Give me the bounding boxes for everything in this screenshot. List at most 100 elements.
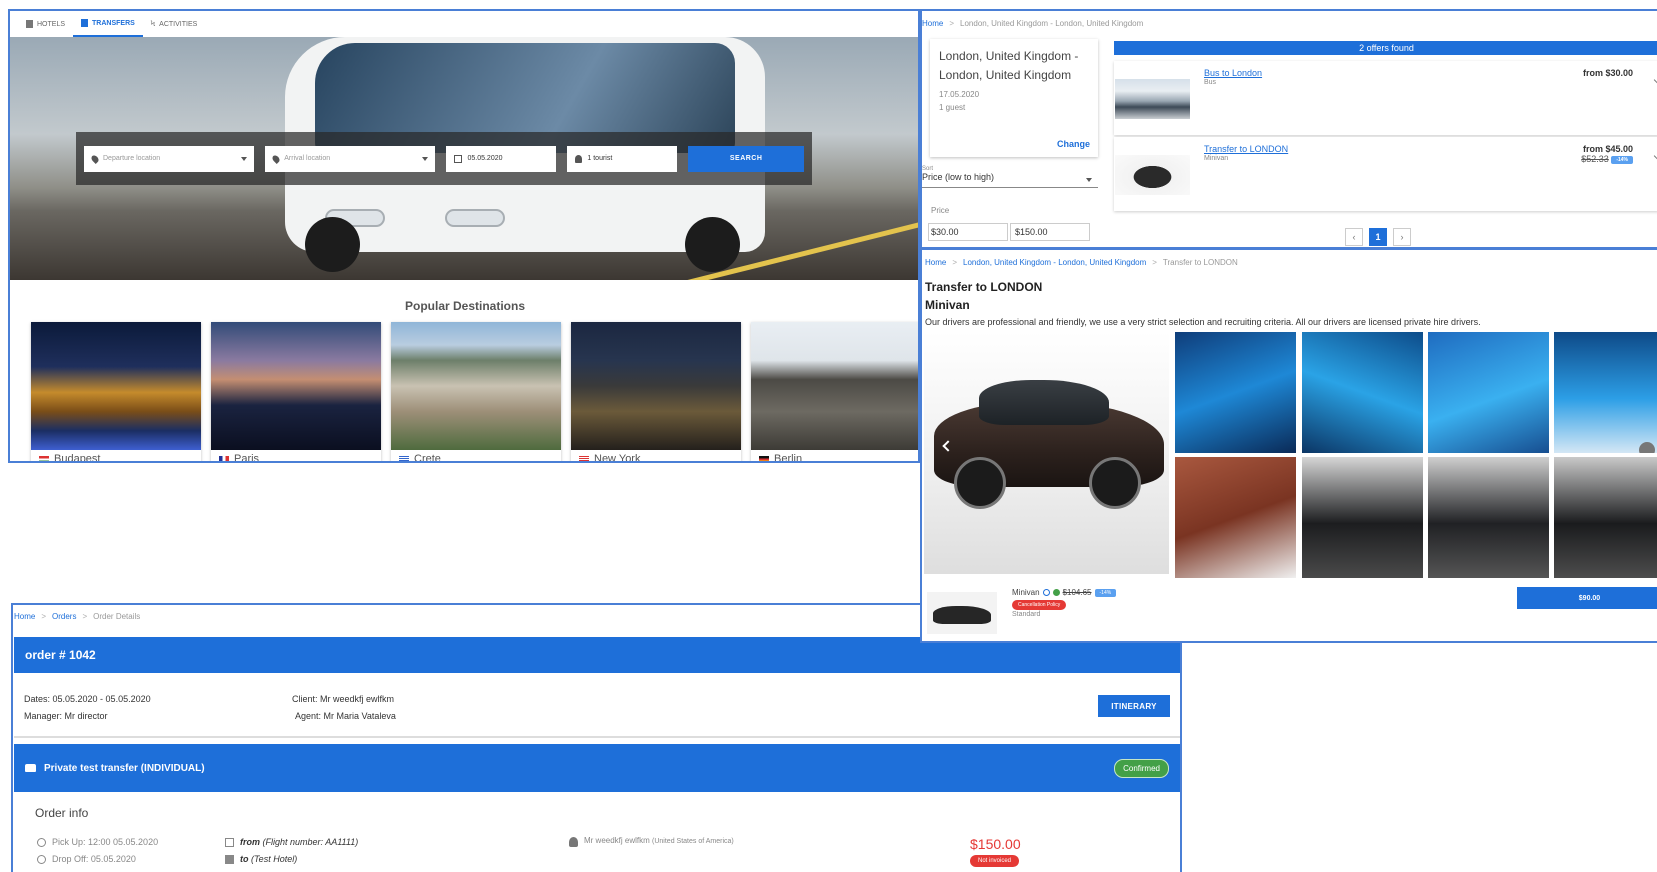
discount-badge: -14% (1611, 155, 1633, 164)
tab-hotels[interactable]: HOTELS (18, 11, 73, 37)
gallery-thumbnail[interactable] (1428, 332, 1549, 453)
car-icon (25, 764, 36, 772)
gallery-thumbnail[interactable] (1554, 457, 1657, 578)
chevron-right-icon[interactable] (1639, 442, 1655, 453)
pagination: ‹ 1 › (1345, 228, 1411, 246)
price-min-input[interactable]: $30.00 (928, 223, 1008, 241)
location-pin-icon (271, 153, 282, 164)
plane-icon (225, 838, 234, 848)
hotel-icon (225, 855, 234, 865)
usa-flag-icon (579, 455, 589, 461)
divider (14, 736, 1180, 738)
change-link[interactable]: Change (1057, 139, 1090, 149)
vehicle-option-name: Minivan (1012, 588, 1040, 597)
price-max-input[interactable]: $150.00 (1010, 223, 1090, 241)
transfer-description: Our drivers are professional and friendl… (925, 317, 1481, 327)
gallery-thumbnail[interactable] (1175, 332, 1296, 453)
price-label: Price (931, 206, 950, 215)
book-price-button[interactable]: $90.00 (1517, 587, 1657, 609)
sort-select[interactable]: Price (low to high) (922, 172, 1098, 188)
tourists-field[interactable]: 1 tourist (567, 145, 678, 172)
hungary-flag-icon (39, 455, 49, 461)
gallery-thumbnail[interactable] (1428, 457, 1549, 578)
destination-card-berlin[interactable]: Berlin (751, 322, 918, 461)
pickup-icon (37, 838, 46, 848)
person-icon (575, 154, 583, 163)
from-detail: (Flight number: AA1111) (262, 837, 359, 847)
transfer-details-panel: Home > London, United Kingdom - London, Un… (920, 248, 1657, 643)
route-guests: 1 guest (939, 103, 966, 112)
gallery-thumbnail[interactable] (1554, 332, 1657, 453)
breadcrumb-orders[interactable]: Orders (52, 612, 76, 621)
sort-value: Price (low to high) (922, 172, 995, 182)
tab-hotels-label: HOTELS (37, 20, 66, 28)
breadcrumb-home[interactable]: Home (922, 19, 943, 28)
breadcrumb-current: Order Details (93, 612, 141, 621)
bus-icon (81, 19, 89, 27)
prev-page-button[interactable]: ‹ (1345, 228, 1363, 246)
offer-old-price: $52.33 (1581, 154, 1609, 164)
tab-transfers[interactable]: TRANSFERS (73, 11, 143, 37)
transfer-search-panel: HOTELS TRANSFERS ϟ ACTIVITIES Departure l… (8, 9, 920, 463)
route-block: from (Flight number: AA1111) to (Test Ho… (225, 834, 358, 868)
search-button[interactable]: SEARCH (688, 145, 804, 172)
gallery-main-image[interactable] (924, 332, 1169, 574)
vehicle-type: Minivan (925, 298, 970, 312)
gallery-thumbnail[interactable] (1302, 457, 1423, 578)
breadcrumb-home[interactable]: Home (14, 612, 35, 621)
next-page-button[interactable]: › (1393, 228, 1411, 246)
search-bar: Departure location Arrival location 05.0… (76, 132, 812, 185)
order-client: Client: Mr weedkfj ewlfkm (292, 694, 395, 704)
order-dates-block: Dates: 05.05.2020 - 05.05.2020 Manager: … (24, 691, 151, 725)
breadcrumb-home[interactable]: Home (925, 258, 946, 267)
breadcrumb: Home > London, United Kingdom - London, Un… (922, 19, 1144, 28)
offer-title-link[interactable]: Bus to London (1204, 68, 1262, 78)
service-header[interactable]: Private test transfer (INDIVIDUAL) Confi… (14, 744, 1180, 792)
destination-name: Budapest (54, 453, 101, 463)
gallery-thumbnail[interactable] (1175, 457, 1296, 578)
breadcrumb-search[interactable]: London, United Kingdom - London, United … (963, 258, 1146, 267)
date-value: 05.05.2020 (467, 155, 503, 162)
cancellation-policy-badge[interactable]: Cancellation Policy (1012, 600, 1067, 610)
greece-flag-icon (399, 455, 409, 461)
page-button[interactable]: 1 (1369, 228, 1387, 246)
tab-activities[interactable]: ϟ ACTIVITIES (143, 11, 206, 37)
berlin-image (751, 322, 918, 450)
offer-title-link[interactable]: Transfer to LONDON (1204, 144, 1288, 154)
info-icon[interactable] (1042, 589, 1050, 596)
invoice-status-badge: Not invoiced (970, 855, 1020, 867)
germany-flag-icon (759, 455, 769, 461)
date-field[interactable]: 05.05.2020 (446, 145, 557, 172)
destination-card-paris[interactable]: Paris (211, 322, 381, 461)
person-icon (569, 837, 578, 847)
vehicle-option-row: Minivan $104.65 -14% Cancellation Policy… (922, 580, 1657, 640)
destination-card-new-york[interactable]: New York (571, 322, 741, 461)
breadcrumb-current: London, United Kingdom - London, United … (960, 19, 1144, 28)
offer-card[interactable]: Transfer to LONDON Minivan from $45.00 $… (1114, 137, 1657, 211)
popular-destinations-title: Popular Destinations (404, 299, 526, 313)
departure-select[interactable]: Departure location (84, 145, 255, 172)
gallery-thumbnail[interactable] (1302, 332, 1423, 453)
breadcrumb-current: Transfer to LONDON (1162, 258, 1238, 267)
service-title: Private test transfer (INDIVIDUAL) (44, 762, 205, 774)
france-flag-icon (219, 455, 229, 461)
to-detail: (Test Hotel) (251, 854, 298, 864)
passenger-name: Mr weedkfj ewlfkm (584, 836, 650, 845)
offer-card[interactable]: Bus to London Bus from $30.00 (1114, 61, 1657, 135)
itinerary-button[interactable]: ITINERARY (1098, 695, 1170, 717)
destination-card-crete[interactable]: Crete (391, 322, 561, 461)
dropoff-text: Drop Off: 05.05.2020 (52, 854, 136, 864)
car-thumbnail (1115, 155, 1190, 195)
destination-card-budapest[interactable]: Budapest (31, 322, 201, 463)
breadcrumb: Home > London, United Kingdom - London, Un… (925, 258, 1238, 267)
transfer-title: Transfer to LONDON (925, 280, 1043, 294)
order-manager: Manager: Mr director (24, 711, 108, 721)
budapest-image (31, 322, 201, 450)
from-label: from (240, 837, 260, 847)
order-dates: Dates: 05.05.2020 - 05.05.2020 (24, 694, 151, 704)
vehicle-thumbnail (927, 592, 997, 634)
bus-thumbnail (1115, 79, 1190, 119)
arrival-select[interactable]: Arrival location (265, 145, 436, 172)
tab-transfers-label: TRANSFERS (92, 19, 135, 27)
offer-type: Bus (1204, 79, 1217, 86)
